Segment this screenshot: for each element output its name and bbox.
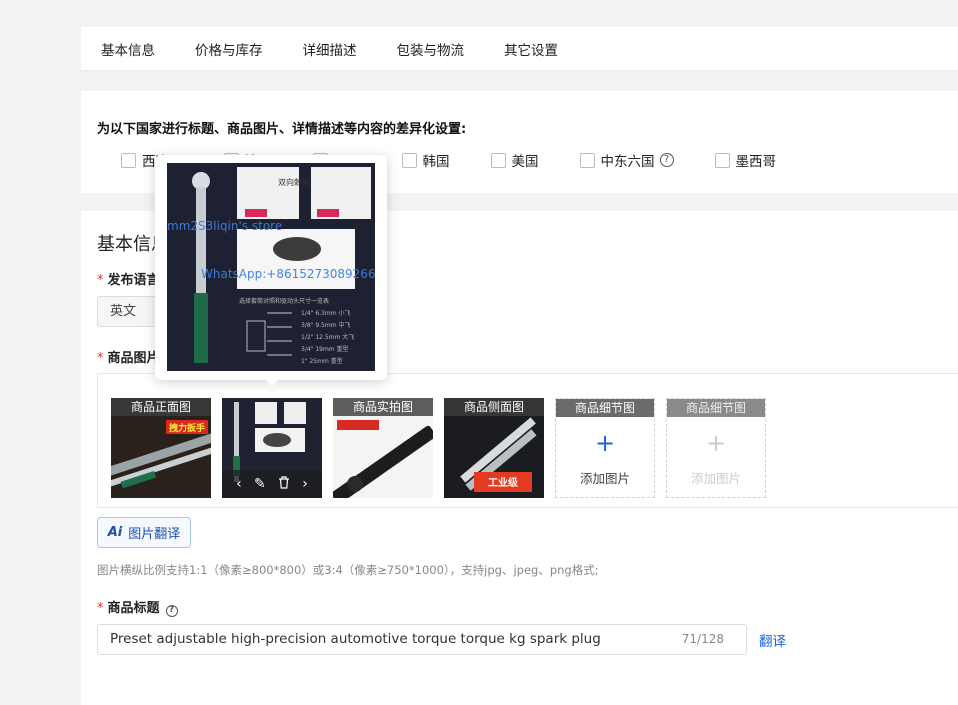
product-title-input[interactable]: Preset adjustable high-precision automot… xyxy=(97,624,747,655)
country-option-mexico[interactable]: 墨西哥 xyxy=(714,150,777,170)
size-row: 1/2" 12.5mm 大飞 xyxy=(301,333,354,341)
size-row: 1" 25mm 重型 xyxy=(301,357,343,365)
popover-arrow xyxy=(264,378,280,386)
country-option-usa[interactable]: 美国 xyxy=(490,150,539,170)
image-slot-label: 商品实拍图 xyxy=(333,398,433,416)
country-option-label: 中东六国 xyxy=(600,154,655,170)
tab-description[interactable]: 详细描述 xyxy=(303,39,357,59)
preview-image: 双向棘轮 选择套筒对照和驱动头尺寸一览表 1/4" 6.3mm 小飞 3/8" … xyxy=(167,163,375,371)
size-caption: 选择套筒对照和驱动头尺寸一览表 xyxy=(239,297,329,305)
size-row: 1/4" 6.3mm 小飞 xyxy=(301,309,350,317)
help-icon[interactable]: ? xyxy=(659,153,674,167)
chevron-right-icon[interactable]: › xyxy=(302,476,308,492)
translate-link[interactable]: 翻译 xyxy=(759,630,786,650)
photo-banner: 工业级 xyxy=(488,476,519,489)
image-slot-label: 商品正面图 xyxy=(111,398,211,416)
country-option-korea[interactable]: 韩国 xyxy=(401,150,450,170)
product-image-real[interactable]: 商品实拍图 xyxy=(333,398,433,498)
form-tabs: 基本信息 价格与库存 详细描述 包装与物流 其它设置 xyxy=(81,27,958,71)
checkbox[interactable] xyxy=(490,152,506,168)
required-mark: * xyxy=(97,351,104,366)
delete-icon[interactable] xyxy=(278,475,290,493)
help-icon[interactable]: ? xyxy=(165,604,178,617)
title-label-text: 商品标题 xyxy=(107,601,160,616)
image-format-hint: 图片横纵比例支持1:1（像素≥800*800）或3:4（像素≥750*1000）… xyxy=(97,563,599,577)
size-row: 3/8" 9.5mm 中飞 xyxy=(301,321,350,329)
product-image-front[interactable]: 拽力扳手 商品正面图 xyxy=(111,398,211,498)
tab-basic-info[interactable]: 基本信息 xyxy=(101,39,155,59)
tab-other-settings[interactable]: 其它设置 xyxy=(504,39,558,59)
size-row: 3/4" 19mm 重型 xyxy=(301,345,349,353)
add-image-slot-disabled: 商品细节图 + 添加图片 xyxy=(666,398,766,498)
watermark-app: WhatsApp:+8615273089266 xyxy=(201,267,375,281)
language-label-text: 发布语言 xyxy=(107,273,160,288)
country-settings-title: 为以下国家进行标题、商品图片、详情描述等内容的差异化设置: xyxy=(97,122,467,137)
watermark-store: mm2S3liqin's store xyxy=(167,219,283,233)
image-translate-button[interactable]: Ai 图片翻译 xyxy=(97,517,191,548)
ai-icon: Ai xyxy=(107,525,123,540)
country-option-gcc[interactable]: 中东六国? xyxy=(579,150,674,170)
checkbox[interactable] xyxy=(401,152,417,168)
tab-price-stock[interactable]: 价格与库存 xyxy=(195,39,263,59)
country-option-label: 美国 xyxy=(511,154,539,170)
checkbox[interactable] xyxy=(714,152,730,168)
add-image-slot[interactable]: 商品细节图 + 添加图片 xyxy=(555,398,655,498)
image-translate-label: 图片翻译 xyxy=(128,527,181,542)
photo-banner: 拽力扳手 xyxy=(169,422,205,434)
image-slot-label: 商品细节图 xyxy=(556,399,654,417)
checkbox[interactable] xyxy=(121,152,136,168)
product-title-value: Preset adjustable high-precision automot… xyxy=(110,631,601,647)
country-option-label: 墨西哥 xyxy=(735,154,777,170)
required-mark: * xyxy=(97,273,104,288)
two-way-text: 双向棘轮 xyxy=(278,177,310,187)
add-image-text: 添加图片 xyxy=(690,471,741,486)
image-preview-popover: 双向棘轮 选择套筒对照和驱动头尺寸一览表 1/4" 6.3mm 小飞 3/8" … xyxy=(155,155,387,380)
country-option-label: 韩国 xyxy=(422,154,450,170)
tab-packaging-logistics[interactable]: 包装与物流 xyxy=(397,39,465,59)
product-image-2[interactable]: ‹ ✎ › xyxy=(222,398,322,498)
image-toolbar: ‹ ✎ › xyxy=(222,470,322,498)
image-upload-area: 拽力扳手 商品正面图 ‹ ✎ › 商品实拍图 工业级 商品侧面图 商品细节图 +… xyxy=(97,373,958,508)
add-image-text: 添加图片 xyxy=(579,471,630,486)
plus-icon: + xyxy=(705,429,727,457)
image-slot-label: 商品细节图 xyxy=(667,399,765,417)
title-char-count: 71/128 xyxy=(681,632,724,646)
required-mark: * xyxy=(97,601,104,616)
edit-icon[interactable]: ✎ xyxy=(254,476,266,492)
chevron-left-icon[interactable]: ‹ xyxy=(236,476,242,492)
images-label-text: 商品图片 xyxy=(107,351,160,366)
checkbox[interactable] xyxy=(579,152,595,168)
image-slot-label: 商品侧面图 xyxy=(444,398,544,416)
images-label: * 商品图片 xyxy=(97,347,160,366)
title-label: * 商品标题? xyxy=(97,597,178,617)
product-image-side[interactable]: 工业级 商品侧面图 xyxy=(444,398,544,498)
plus-icon: + xyxy=(594,429,616,457)
language-label: * 发布语言 xyxy=(97,269,160,288)
